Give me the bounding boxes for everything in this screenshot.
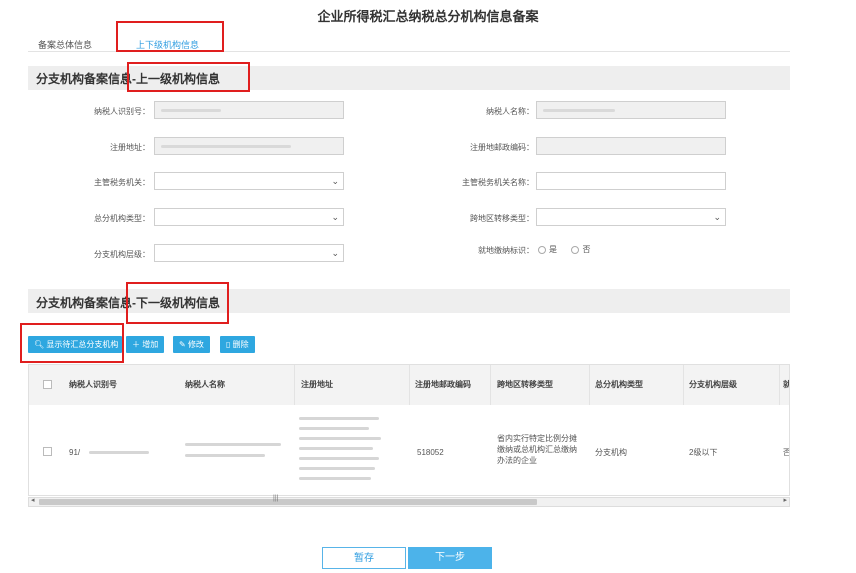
chevron-down-icon: ⌄ — [713, 212, 721, 222]
taxpayer-name-field[interactable] — [536, 101, 726, 119]
col-reg-address[interactable]: 注册地址 — [301, 379, 333, 390]
cell-org-type: 分支机构 — [595, 448, 627, 457]
edit-button[interactable]: ✎ 修改 — [173, 336, 210, 353]
scroll-thumb[interactable] — [39, 499, 537, 505]
tax-authority-select[interactable]: ⌄ — [154, 172, 344, 190]
lower-section-header: 分支机构备案信息-下一级机构信息 — [28, 289, 790, 313]
org-type-label: 总分机构类型： — [94, 214, 150, 223]
cell-postcode: 518052 — [417, 448, 444, 457]
next-step-button[interactable]: 下一步 — [408, 547, 492, 569]
reg-postcode-label: 注册地邮政编码： — [470, 143, 534, 152]
upper-section-header: 分支机构备案信息-上一级机构信息 — [28, 66, 790, 90]
cross-region-type-select[interactable]: ⌄ — [536, 208, 726, 226]
taxpayer-name-label: 纳税人名称： — [486, 107, 534, 116]
tab-overall-info[interactable]: 备案总体信息 — [38, 38, 92, 51]
col-transfer-type[interactable]: 跨地区转移类型 — [497, 379, 553, 390]
delete-button[interactable]: ▯ 删除 — [220, 336, 255, 353]
scroll-grip-icon: ||| — [273, 495, 279, 502]
cell-branch-level: 2级以下 — [689, 448, 718, 457]
pencil-icon: ✎ — [179, 340, 186, 349]
add-button[interactable]: ＋ 增加 — [126, 336, 165, 353]
cell-local: 否 — [783, 447, 789, 458]
table-row[interactable]: 91/ 518052 省内实行特定比例分摊缴纳或总机构汇总缴纳办法的企业 分支机… — [29, 405, 789, 495]
table-horizontal-scrollbar[interactable]: ◂ ||| ▸ — [28, 495, 790, 507]
cross-region-type-label: 跨地区转移类型： — [470, 214, 534, 223]
chevron-down-icon: ⌄ — [331, 212, 339, 222]
active-tab-indicator — [124, 50, 212, 52]
chevron-down-icon: ⌄ — [331, 176, 339, 186]
local-pay-radio-group: 是 否 — [536, 244, 590, 255]
show-pending-branches-button[interactable]: 🔍︎ 显示待汇总分支机构 — [28, 336, 122, 353]
page-title: 企业所得税汇总纳税总分机构信息备案 — [317, 9, 539, 24]
cell-transfer-type: 省内实行特定比例分摊缴纳或总机构汇总缴纳办法的企业 — [497, 434, 577, 465]
tab-bar: 备案总体信息 上下级机构信息 — [28, 30, 790, 52]
radio-yes[interactable] — [538, 245, 546, 254]
search-icon: 🔍︎ — [34, 340, 45, 349]
reg-address-field[interactable] — [154, 137, 344, 155]
cell-taxpayer-id: 91/ — [69, 448, 81, 457]
branch-table: 纳税人识别号 纳税人名称 注册地址 注册地邮政编码 跨地区转移类型 总分机构类型… — [28, 364, 790, 496]
radio-yes-label: 是 — [549, 245, 557, 254]
reg-postcode-field[interactable] — [536, 137, 726, 155]
col-taxpayer-id[interactable]: 纳税人识别号 — [69, 379, 117, 390]
chevron-down-icon: ⌄ — [331, 248, 339, 258]
row-checkbox[interactable] — [43, 447, 52, 456]
radio-no-label: 否 — [582, 245, 591, 254]
local-pay-label: 就地缴纳标识： — [478, 246, 534, 255]
lower-section-title: 分支机构备案信息-下一级机构信息 — [36, 296, 220, 310]
select-all-checkbox[interactable] — [43, 380, 52, 389]
trash-icon: ▯ — [226, 340, 231, 349]
save-draft-button[interactable]: 暂存 — [322, 547, 406, 569]
branch-level-label: 分支机构层级： — [94, 250, 150, 259]
branch-level-select[interactable]: ⌄ — [154, 244, 344, 262]
upper-section-title: 分支机构备案信息-上一级机构信息 — [36, 72, 220, 86]
tax-authority-name-label: 主管税务机关名称： — [462, 178, 534, 187]
taxpayer-id-field[interactable] — [154, 101, 344, 119]
org-type-select[interactable]: ⌄ — [154, 208, 344, 226]
tax-authority-name-field[interactable] — [536, 172, 726, 190]
scroll-left-icon[interactable]: ◂ — [31, 496, 35, 504]
col-local[interactable]: 就 — [783, 379, 789, 390]
col-branch-level[interactable]: 分支机构层级 — [689, 379, 737, 390]
col-org-type[interactable]: 总分机构类型 — [595, 379, 643, 390]
radio-no[interactable] — [571, 245, 580, 254]
scroll-right-icon[interactable]: ▸ — [783, 496, 787, 504]
col-postcode[interactable]: 注册地邮政编码 — [415, 379, 471, 390]
plus-icon: ＋ — [132, 340, 140, 349]
tax-authority-label: 主管税务机关： — [94, 178, 150, 187]
taxpayer-id-label: 纳税人识别号： — [94, 107, 150, 116]
col-taxpayer-name[interactable]: 纳税人名称 — [185, 379, 225, 390]
reg-address-label: 注册地址： — [110, 143, 150, 152]
